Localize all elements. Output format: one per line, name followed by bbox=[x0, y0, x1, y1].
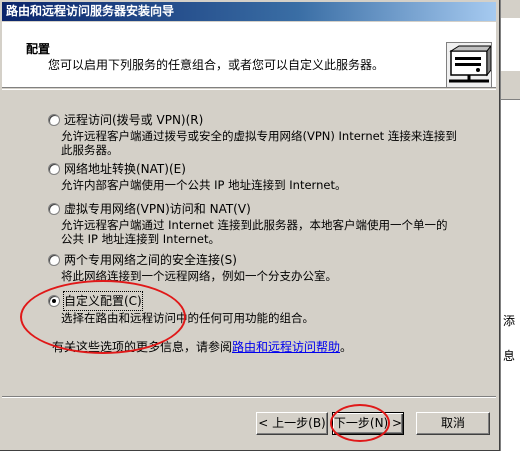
page-subtitle: 您可以启用下列服务的任意组合，或者您可以自定义此服务器。 bbox=[48, 58, 385, 72]
wizard-dialog: 路由和远程访问服务器安装向导 配置 您可以启用下列服务的任意组合，或者您可以自定… bbox=[0, 0, 500, 451]
help-info-text: 有关这些选项的更多信息，请参阅 bbox=[52, 340, 233, 354]
background-panel-header bbox=[501, 70, 520, 100]
back-button[interactable]: < 上一步(B) bbox=[256, 412, 328, 435]
title-bar: 路由和远程访问服务器安装向导 bbox=[2, 2, 496, 21]
option-desc: 允许远程客户端通过 Internet 连接到此服务器，本地客户端使用一个单一的 bbox=[61, 218, 448, 232]
option-desc: 公共 IP 地址连接到 Internet。 bbox=[61, 232, 220, 246]
help-info-suffix: 。 bbox=[340, 340, 353, 354]
next-button[interactable]: 下一步(N) > bbox=[332, 412, 404, 435]
button-separator bbox=[2, 396, 496, 398]
background-text-fragment: 添 bbox=[503, 314, 516, 328]
radio-custom-config[interactable] bbox=[48, 295, 60, 307]
cancel-button[interactable]: 取消 bbox=[416, 412, 490, 435]
header-divider bbox=[2, 89, 496, 90]
option-desc: 选择在路由和远程访问中的任何可用功能的组合。 bbox=[61, 311, 314, 325]
option-desc: 此服务器。 bbox=[61, 143, 119, 157]
radio-secure-connection[interactable] bbox=[48, 254, 60, 266]
help-link[interactable]: 路由和远程访问帮助 bbox=[232, 340, 340, 354]
option-desc: 允许远程客户端通过拨号或安全的虚拟专用网络(VPN) Internet 连接来连… bbox=[61, 129, 457, 143]
option-label[interactable]: 远程访问(拨号或 VPN)(R) bbox=[64, 111, 203, 129]
background-toolbar bbox=[501, 0, 520, 18]
radio-remote-access[interactable] bbox=[48, 114, 60, 126]
help-info: 有关这些选项的更多信息，请参阅路由和远程访问帮助。 bbox=[52, 338, 352, 355]
option-label[interactable]: 自定义配置(C) bbox=[63, 291, 143, 311]
radio-vpn-nat[interactable] bbox=[48, 203, 60, 215]
server-network-icon bbox=[446, 42, 493, 88]
wizard-header: 配置 您可以启用下列服务的任意组合，或者您可以自定义此服务器。 bbox=[2, 22, 496, 88]
option-desc: 允许内部客户端使用一个公共 IP 地址连接到 Internet。 bbox=[61, 178, 347, 192]
option-desc: 将此网络连接到一个远程网络，例如一个分支办公室。 bbox=[61, 269, 337, 283]
radio-nat[interactable] bbox=[48, 163, 60, 175]
background-window bbox=[500, 0, 520, 451]
page-title: 配置 bbox=[26, 42, 51, 56]
option-label[interactable]: 两个专用网络之间的安全连接(S) bbox=[64, 251, 237, 269]
option-label[interactable]: 虚拟专用网络(VPN)访问和 NAT(V) bbox=[64, 200, 251, 218]
background-text-fragment: 息 bbox=[503, 349, 516, 363]
option-label[interactable]: 网络地址转换(NAT)(E) bbox=[64, 160, 186, 178]
